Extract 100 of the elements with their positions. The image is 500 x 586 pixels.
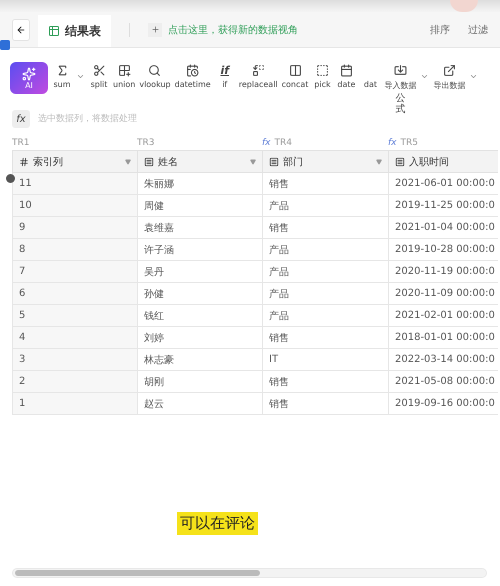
dashed-square-icon <box>316 64 329 76</box>
table-cell: 许子涵 <box>137 239 262 261</box>
table-cell: 林志豪 <box>137 349 262 371</box>
column-group-label: TR5 <box>400 137 418 150</box>
toolbar-action[interactable]: 过滤 <box>458 22 488 36</box>
formula-tool[interactable]: replaceall <box>238 62 278 89</box>
if-icon: if <box>220 64 230 76</box>
side-badge[interactable] <box>0 40 10 50</box>
filter-icon[interactable] <box>125 158 131 164</box>
table-cell: 产品 <box>262 261 388 283</box>
row-handle[interactable] <box>6 174 15 183</box>
table-cell: 9 <box>12 217 137 239</box>
calendar-clock-icon <box>186 64 200 76</box>
video-caption: 可以在评论 <box>177 512 258 535</box>
horizontal-scrollbar[interactable] <box>12 568 487 578</box>
table-cell: 2019-09-16 00:00:0 <box>388 393 498 415</box>
table-cell: 朱丽娜 <box>137 173 262 195</box>
table-cell: 周健 <box>137 195 262 217</box>
table-cell: 2019-10-28 00:00:0 <box>388 239 498 261</box>
sigma-icon <box>56 64 68 76</box>
grid-plus-icon <box>118 64 131 76</box>
table-cell: 10 <box>12 195 137 217</box>
table-cell: 2018-01-01 00:00:0 <box>388 327 498 349</box>
text-type-icon <box>144 156 154 166</box>
table-cell: 1 <box>12 393 137 415</box>
formula-tool[interactable]: union <box>113 62 136 89</box>
formula-tool[interactable]: split <box>89 62 109 89</box>
table-cell: 8 <box>12 239 137 261</box>
column-group-label: TR3 <box>137 137 154 150</box>
table-cell: 销售 <box>262 173 388 195</box>
table-cell: 4 <box>12 327 137 349</box>
formula-tool[interactable]: datetime <box>174 62 211 89</box>
column-header[interactable]: 姓名 <box>137 150 262 173</box>
columns-icon <box>288 64 302 76</box>
formula-tool[interactable]: sum <box>52 62 72 89</box>
table-cell: 吴丹 <box>137 261 262 283</box>
formula-tool[interactable]: 导入数据 公式 <box>384 62 416 115</box>
formula-mark: fx <box>388 138 396 148</box>
table-cell: 销售 <box>262 327 388 349</box>
table-cell: 2020-11-19 00:00:0 <box>388 261 498 283</box>
column-header[interactable]: 索引列 <box>12 150 137 173</box>
column-group-label: TR4 <box>274 137 292 150</box>
column-header[interactable]: 入职时间 <box>388 150 498 173</box>
toolbar-action[interactable]: 排序 <box>420 22 450 36</box>
table-cell: 7 <box>12 261 137 283</box>
table-cell: 销售 <box>262 217 388 239</box>
table-cell: 产品 <box>262 195 388 217</box>
text-type-icon <box>395 156 405 166</box>
table-cell: 产品 <box>262 239 388 261</box>
table-cell: 2019-11-25 00:00:0 <box>388 195 498 217</box>
more-formulas-label: 公式 <box>395 93 406 115</box>
search-icon <box>148 64 162 76</box>
scissors-icon <box>92 64 106 76</box>
text-type-icon <box>269 156 279 166</box>
table-cell: 钱红 <box>137 305 262 327</box>
table-cell: 3 <box>12 349 137 371</box>
table-cell: 5 <box>12 305 137 327</box>
formula-tool[interactable]: if if <box>214 62 235 89</box>
table-icon <box>48 25 60 37</box>
formula-tool[interactable]: dat <box>360 62 380 89</box>
plus-icon <box>148 22 162 36</box>
calendar-icon <box>340 64 353 76</box>
table-cell: 2021-05-08 00:00:0 <box>388 371 498 393</box>
hash-icon <box>19 156 29 166</box>
formula-tool[interactable]: 导出数据 <box>433 62 466 91</box>
caret-icon[interactable] <box>469 72 478 81</box>
filter-icon[interactable] <box>250 158 256 164</box>
table-cell: 11 <box>12 173 137 195</box>
formula-mark: fx <box>262 138 270 148</box>
table-cell: 产品 <box>262 283 388 305</box>
table-cell: 6 <box>12 283 137 305</box>
back-button[interactable] <box>12 18 30 40</box>
table-cell: 销售 <box>262 371 388 393</box>
caret-icon[interactable] <box>76 72 85 81</box>
table-cell: 2020-11-09 00:00:0 <box>388 283 498 305</box>
table-cell: 刘婷 <box>137 327 262 349</box>
table-cell: 袁维嘉 <box>137 217 262 239</box>
table-cell: 2 <box>12 371 137 393</box>
filter-icon[interactable] <box>376 158 382 164</box>
formula-tool[interactable]: concat <box>282 62 308 89</box>
table-cell: 销售 <box>262 393 388 415</box>
formula-tool[interactable]: vlookup <box>139 62 171 89</box>
caret-icon[interactable] <box>420 72 430 81</box>
sparkle-icon <box>22 66 36 80</box>
formula-tool[interactable]: pick <box>312 62 332 89</box>
column-header[interactable]: 部门 <box>262 150 388 173</box>
column-group-label: TR1 <box>12 137 30 150</box>
table-cell: 2021-01-04 00:00:0 <box>388 217 498 239</box>
formula-tool[interactable]: date <box>336 62 356 89</box>
back-icon <box>16 24 26 34</box>
ai-button[interactable]: AI <box>10 62 48 94</box>
export-icon <box>442 64 456 76</box>
table-cell: 2021-06-01 00:00:0 <box>388 173 498 195</box>
import-icon <box>394 64 407 76</box>
table-cell: 2021-02-01 00:00:0 <box>388 305 498 327</box>
fx-button[interactable]: fx <box>12 110 30 128</box>
tab[interactable]: 结果表 <box>38 15 111 47</box>
table-cell: 赵云 <box>137 393 262 415</box>
replace-icon <box>252 64 265 76</box>
table-cell: 孙健 <box>137 283 262 305</box>
